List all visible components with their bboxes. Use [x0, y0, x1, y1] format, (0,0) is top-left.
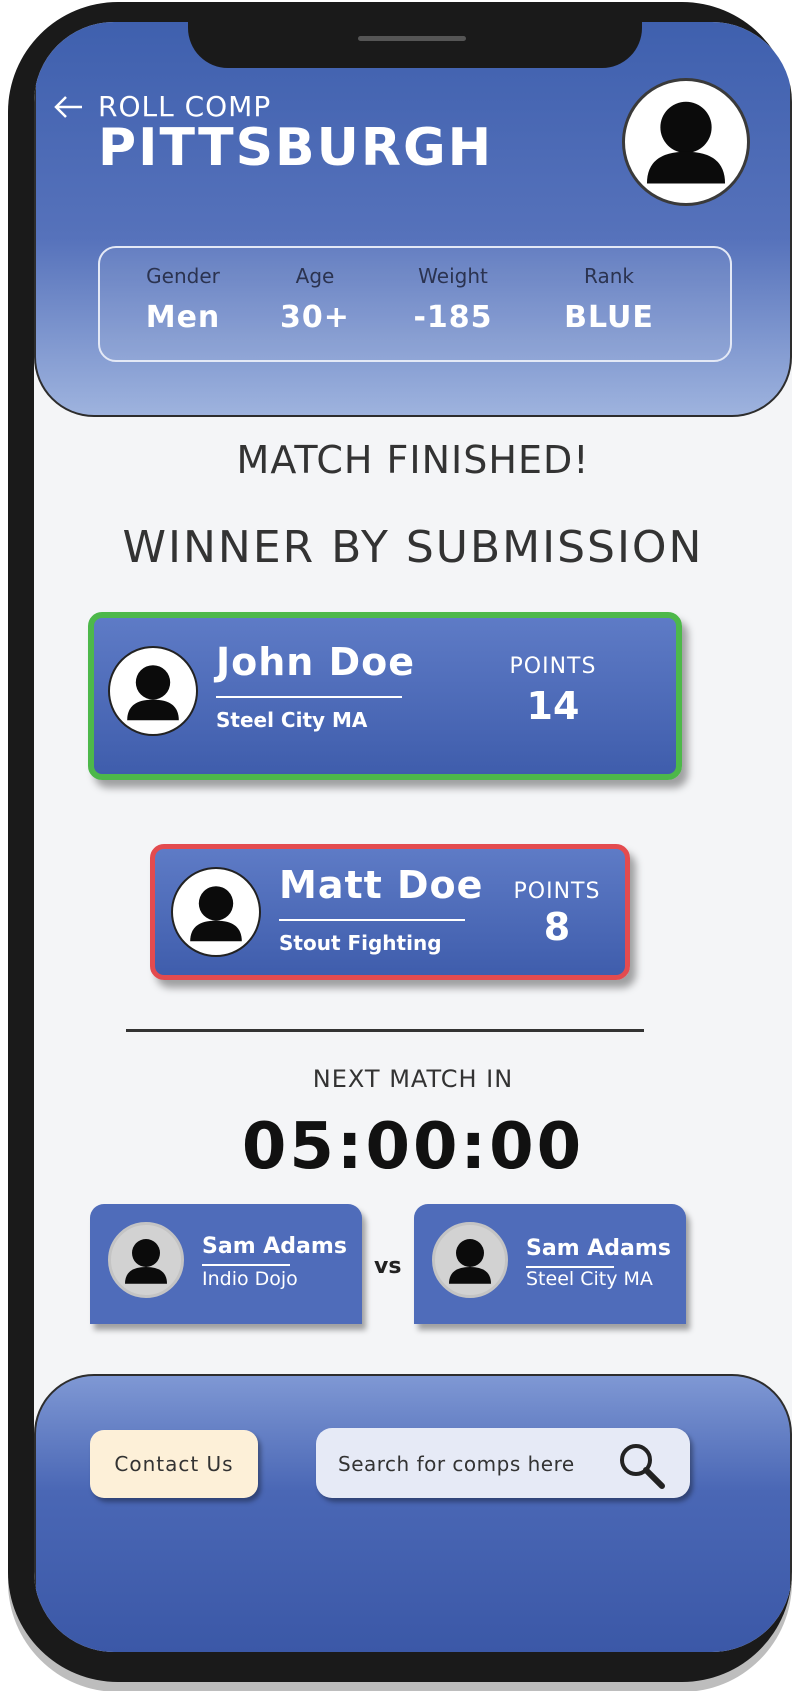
- next-match-label: NEXT MATCH IN: [312, 1065, 514, 1093]
- filter-label: Gender: [146, 264, 220, 288]
- search-bar: [316, 1428, 690, 1500]
- winner-avatar: [108, 646, 198, 736]
- page-title: PITTSBURGH: [98, 118, 494, 178]
- filter-rank: Rank BLUE: [534, 264, 684, 335]
- user-avatar-icon: [449, 1239, 491, 1284]
- competitor-club: Steel City MA: [526, 1268, 653, 1290]
- user-avatar-icon: [125, 1239, 167, 1284]
- footer: Contact Us: [34, 1374, 792, 1652]
- competitor-name: Sam Adams: [526, 1236, 671, 1261]
- competitor-name: Sam Adams: [202, 1234, 347, 1259]
- loser-avatar: [171, 867, 261, 957]
- back-arrow-icon[interactable]: [52, 92, 86, 122]
- user-avatar-icon: [127, 665, 179, 721]
- user-avatar-icon: [190, 886, 242, 942]
- phone-notch: [188, 22, 642, 68]
- loser-card[interactable]: Matt Doe Stout Fighting POINTS 8: [150, 844, 630, 980]
- filter-label: Rank: [584, 264, 634, 288]
- header: ROLL COMP PITTSBURGH Gender Men Age 30+: [34, 22, 792, 417]
- winner-club: Steel City MA: [216, 708, 368, 732]
- name-underline: [202, 1264, 290, 1266]
- filter-value: -185: [413, 300, 493, 335]
- user-avatar-icon: [646, 101, 726, 184]
- competitor-avatar: [432, 1222, 508, 1298]
- match-status: MATCH FINISHED!: [236, 438, 590, 482]
- filter-label: Weight: [418, 264, 488, 288]
- divider: [126, 1029, 644, 1032]
- competitor-club: Indio Dojo: [202, 1268, 298, 1290]
- filters-panel: Gender Men Age 30+ Weight -185 Rank BLUE: [98, 246, 732, 362]
- competitor-avatar: [108, 1222, 184, 1298]
- loser-name: Matt Doe: [279, 863, 484, 907]
- winner-name: John Doe: [216, 640, 416, 684]
- phone-frame: ROLL COMP PITTSBURGH Gender Men Age 30+: [8, 2, 792, 1682]
- filter-gender: Gender Men: [108, 264, 258, 335]
- winner-card[interactable]: John Doe Steel City MA POINTS 14: [88, 612, 682, 780]
- search-input[interactable]: [336, 1428, 610, 1500]
- winner-points: 14: [526, 684, 580, 728]
- loser-points: 8: [543, 905, 571, 949]
- profile-avatar[interactable]: [622, 78, 750, 206]
- vs-label: vs: [374, 1254, 402, 1279]
- win-method: WINNER BY SUBMISSION: [122, 522, 704, 573]
- screen: ROLL COMP PITTSBURGH Gender Men Age 30+: [34, 22, 792, 1652]
- name-underline: [279, 919, 465, 921]
- next-competitor-card-2[interactable]: Sam Adams Steel City MA: [414, 1204, 686, 1324]
- next-competitor-card-1[interactable]: Sam Adams Indio Dojo: [90, 1204, 362, 1324]
- loser-points-label: POINTS: [513, 879, 601, 904]
- contact-us-button[interactable]: Contact Us: [90, 1430, 258, 1498]
- filter-weight: Weight -185: [378, 264, 528, 335]
- filter-age: Age 30+: [240, 264, 390, 335]
- countdown-timer: 05:00:00: [241, 1110, 585, 1184]
- loser-club: Stout Fighting: [279, 931, 442, 955]
- winner-points-label: POINTS: [509, 654, 597, 679]
- name-underline: [216, 696, 402, 698]
- filter-value: 30+: [280, 300, 350, 335]
- search-icon[interactable]: [616, 1440, 668, 1492]
- speaker-grille: [358, 36, 466, 41]
- filter-value: BLUE: [564, 300, 654, 335]
- filter-value: Men: [145, 300, 221, 335]
- filter-label: Age: [295, 264, 335, 288]
